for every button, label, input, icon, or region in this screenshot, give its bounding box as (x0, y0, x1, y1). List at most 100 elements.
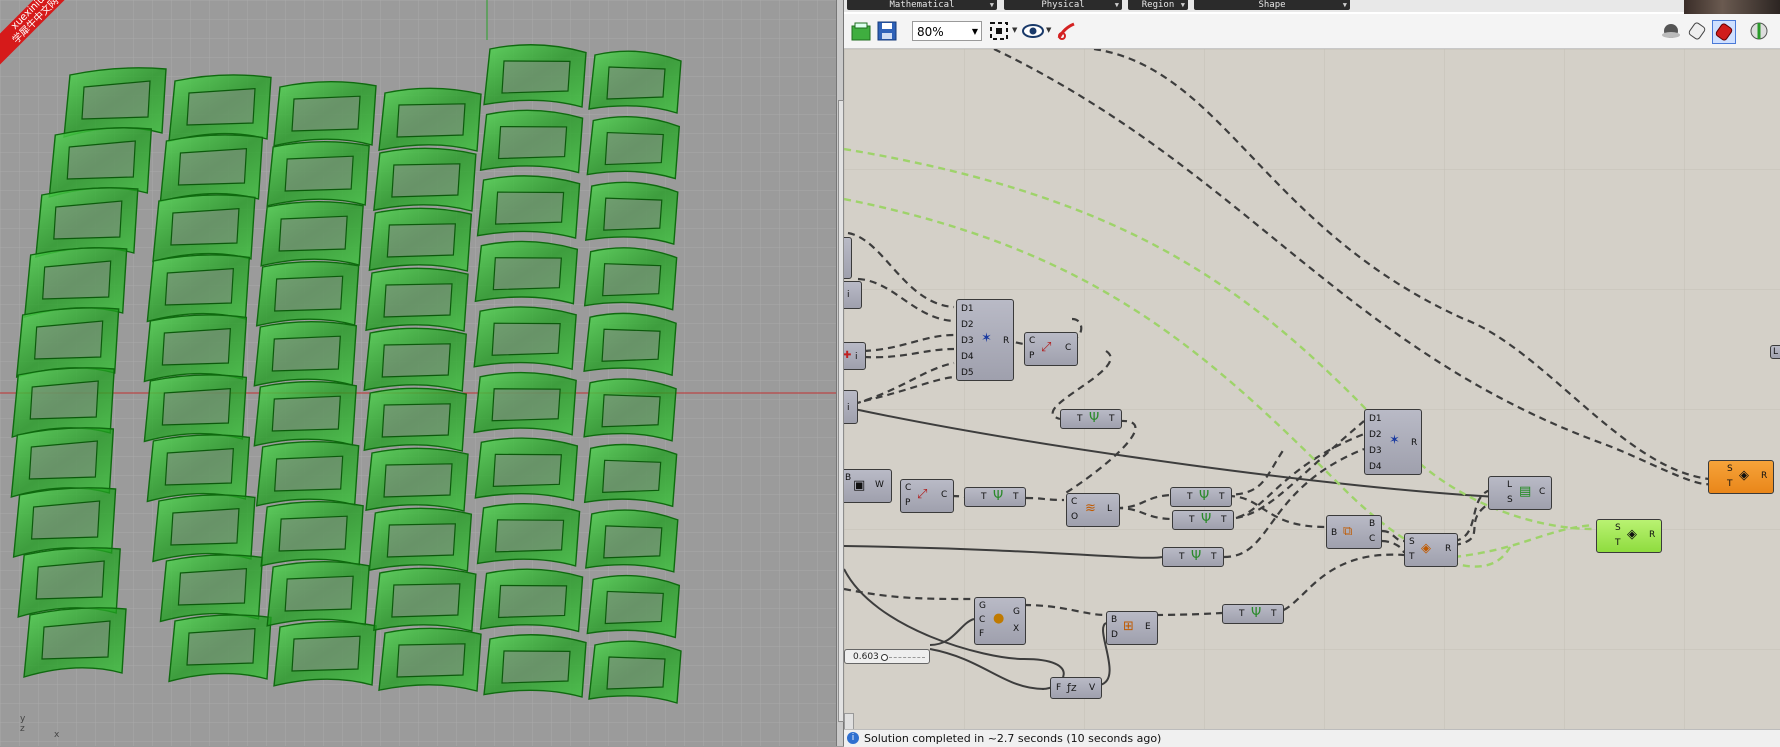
input-label: D2 (961, 320, 974, 330)
scale-icon: ● (993, 611, 1005, 626)
output-label: R (1411, 438, 1418, 448)
output-label: i (847, 290, 850, 300)
output-label: T (1013, 492, 1019, 502)
input-label: L (1507, 480, 1513, 490)
graft-tree-component[interactable]: T Ψ T (1222, 604, 1284, 624)
box-component[interactable]: B ▣ W (844, 469, 892, 503)
merge-component[interactable]: D1 D2 D3 D4 D5 ✶ R (956, 299, 1014, 381)
zoom-level-select[interactable]: 80% ▼ (912, 21, 982, 41)
move-component[interactable]: C P ⤢ C (1024, 332, 1078, 366)
status-text: Solution completed in ~2.7 seconds (10 s… (864, 732, 1162, 745)
input-label: B (845, 473, 852, 483)
input-label: S (1727, 464, 1733, 474)
tab-physical[interactable]: Physical ▼ (1004, 0, 1122, 10)
input-label: T (1615, 538, 1621, 548)
merge-component[interactable]: D1 D2 D3 D4 ✶ R (1364, 409, 1422, 475)
graft-tree-component[interactable]: T Ψ T (1172, 510, 1234, 530)
tab-mathematical[interactable]: Mathematical ▼ (847, 0, 997, 10)
panel-opening (391, 583, 461, 618)
panel-opening (291, 95, 361, 132)
number-slider[interactable]: 0.603 (844, 649, 930, 664)
panel-opening (29, 380, 99, 420)
panel-opening (497, 125, 568, 160)
panel-opening (381, 403, 451, 438)
chevron-down-icon[interactable]: ▼ (1046, 26, 1051, 34)
edge-node-l[interactable]: L (1770, 345, 1780, 359)
canvas-scrollbar[interactable] (844, 713, 854, 729)
preview-selected-icon[interactable] (1712, 20, 1736, 44)
panel-opening (491, 388, 561, 422)
input-label: T (1239, 609, 1245, 619)
panel-opening (501, 650, 571, 684)
tab-shape[interactable]: Shape ▼ (1194, 0, 1350, 10)
panel-opening (291, 635, 361, 672)
input-label: C (979, 615, 986, 625)
output-label: E (1145, 622, 1151, 632)
graft-tree-component[interactable]: T Ψ T (1060, 409, 1122, 429)
window-splitter[interactable] (836, 0, 844, 746)
graft-tree-component[interactable]: T Ψ T (1170, 487, 1232, 507)
save-icon[interactable] (876, 20, 898, 42)
list-item-component[interactable]: L S ▤ C (1488, 476, 1552, 510)
explode-component[interactable]: B D ⊞ E (1106, 611, 1158, 645)
preview-shaded-icon[interactable] (1686, 20, 1708, 42)
panel-opening (34, 320, 104, 360)
tab-region[interactable]: Region ▼ (1128, 0, 1188, 10)
input-label: P (1029, 351, 1035, 361)
input-label: D5 (961, 368, 974, 378)
panel-opening (604, 131, 664, 166)
output-label: i (847, 403, 850, 413)
panel-opening (396, 103, 466, 138)
input-label: T (1179, 552, 1185, 562)
output-label: C (1539, 487, 1546, 497)
edge-node-i2[interactable]: ✚ i (844, 342, 866, 370)
panel-opening (161, 327, 232, 366)
green-output-component[interactable]: S T ◈ R (1596, 519, 1662, 553)
input-label: C (1029, 336, 1036, 346)
scale-component[interactable]: G C F ● G X (974, 597, 1026, 645)
edge-node-i3[interactable]: i (844, 390, 858, 424)
move-component[interactable]: C P ⤢ C (900, 479, 954, 513)
slider-value: 0.603 (853, 652, 879, 662)
bake-icon[interactable] (1748, 20, 1770, 42)
panel-opening (164, 267, 234, 306)
panel-opening (186, 627, 256, 666)
panel-opening (601, 328, 661, 362)
output-label: C (1065, 343, 1072, 353)
tab-label: Physical (1041, 0, 1085, 10)
output-label: G (1013, 607, 1020, 617)
panel-opening (35, 560, 105, 600)
zoom-value: 80% (917, 25, 944, 39)
brep-component[interactable]: B ⧉ B C (1326, 515, 1382, 549)
panel-opening (606, 656, 666, 690)
input-label: B (1331, 528, 1338, 538)
panel-opening (271, 395, 341, 432)
split-brep-component[interactable]: S T ◈ R (1404, 533, 1458, 567)
dropdown-arrow-icon: ▼ (989, 1, 994, 9)
chevron-down-icon[interactable]: ▼ (1012, 26, 1017, 34)
graft-tree-component[interactable]: T Ψ T (964, 487, 1026, 507)
graft-tree-component[interactable]: T Ψ T (1162, 547, 1224, 567)
orange-output-component[interactable]: S T ◈ R (1708, 460, 1774, 494)
loft-component[interactable]: C O ≋ L (1066, 493, 1120, 527)
rhino-viewport[interactable]: xuexiniu 学犀牛中文网 y z x (0, 0, 836, 746)
slider-knob[interactable] (881, 654, 888, 661)
box-icon: ▣ (853, 478, 866, 493)
panel-opening (386, 223, 456, 258)
grasshopper-canvas[interactable]: i ✚ i i L D1 D2 D3 D4 D5 ✶ R C P ⤢ C T Ψ … (844, 49, 1780, 729)
zoom-extents-icon[interactable] (988, 20, 1010, 42)
preview-eye-icon[interactable] (1022, 20, 1044, 42)
input-label: O (1071, 512, 1079, 522)
preview-wire-icon[interactable] (1660, 20, 1682, 42)
function-component[interactable]: F ƒz V (1050, 677, 1102, 699)
sketch-pen-icon[interactable] (1056, 20, 1078, 42)
output-label: T (1109, 414, 1115, 424)
brep-join-icon: ⧉ (1343, 524, 1353, 539)
point-icon: ✚ (844, 350, 852, 361)
edge-node-i1[interactable]: i (844, 281, 862, 309)
edge-node[interactable] (844, 237, 852, 279)
input-label: P (905, 498, 911, 508)
input-label: D3 (961, 336, 974, 346)
open-file-icon[interactable] (850, 20, 872, 42)
input-label: D3 (1369, 446, 1382, 456)
